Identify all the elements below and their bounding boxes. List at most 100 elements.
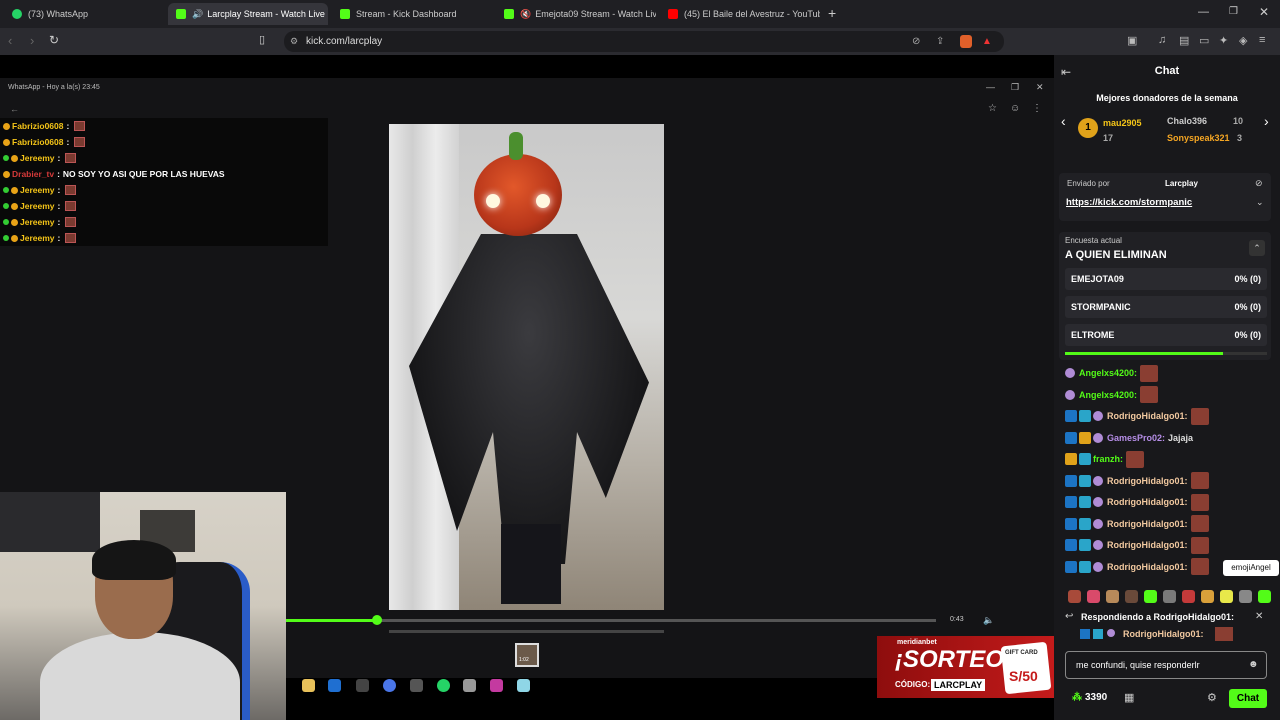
chat-message[interactable]: RodrigoHidalgo01: <box>1065 558 1209 576</box>
quick-emote[interactable] <box>1163 590 1176 603</box>
music-icon[interactable]: ♫ <box>1158 34 1166 46</box>
gift-card-label: GIFT CARD <box>1005 650 1038 656</box>
poll-option[interactable]: STORMPANIC 0% (0) <box>1065 296 1267 318</box>
mod-badge-icon <box>1065 389 1075 400</box>
chat-username[interactable]: franzh: <box>1093 454 1123 464</box>
expand-pinned-icon[interactable]: ⌄ <box>1256 197 1264 208</box>
quick-emote[interactable] <box>1239 590 1252 603</box>
eye-off-icon[interactable]: ⊘ <box>912 31 920 52</box>
gift-badge-icon <box>11 202 18 210</box>
pinned-message[interactable]: Enviado por Larcplay ⊘ https://kick.com/… <box>1059 173 1271 221</box>
chat-username[interactable]: Angelxs4200: <box>1079 368 1137 378</box>
chat-message[interactable]: Angelxs4200: <box>1065 364 1159 382</box>
chat-message[interactable]: Angelxs4200: <box>1065 386 1159 404</box>
wa-more-icon: ⋮ <box>1032 103 1042 114</box>
collapse-poll-icon[interactable]: ⌃ <box>1249 240 1265 256</box>
restore-icon[interactable]: ❐ <box>1229 6 1238 17</box>
og-badge-icon <box>1093 540 1103 550</box>
cancel-reply-icon[interactable]: ✕ <box>1255 611 1263 622</box>
extensions-icon[interactable]: ✦ <box>1219 34 1228 47</box>
brave-shield-icon[interactable] <box>960 35 972 48</box>
store-bag-icon[interactable]: ▦ <box>1124 691 1134 704</box>
chat-message[interactable]: RodrigoHidalgo01: <box>1065 472 1209 490</box>
quick-emote[interactable] <box>1068 590 1081 603</box>
chat-message[interactable]: GamesPro02: Jajaja <box>1065 429 1193 447</box>
menu-icon[interactable]: ≡ <box>1259 34 1265 46</box>
chat-message[interactable]: franzh: <box>1065 450 1144 468</box>
panel-icon[interactable]: ▤ <box>1179 34 1189 47</box>
youtube-icon <box>668 9 678 19</box>
poll-option[interactable]: EMEJOTA09 0% (0) <box>1065 268 1267 290</box>
tab-emejota[interactable]: 🔇 Emejota09 Stream - Watch Live o <box>496 3 656 25</box>
reload-icon[interactable]: ↻ <box>49 33 59 47</box>
minimize-icon[interactable]: — <box>1198 6 1209 18</box>
chat-title: Chat <box>1154 65 1180 77</box>
quick-emote[interactable] <box>1220 590 1233 603</box>
gift-badge-icon <box>1079 431 1091 444</box>
poll-option[interactable]: ELTROME 0% (0) <box>1065 324 1267 346</box>
overlay-chat-line: Jereemy: <box>3 231 77 245</box>
channel-points[interactable]: ⁂ 3390 <box>1072 692 1107 703</box>
chat-message[interactable]: RodrigoHidalgo01: <box>1065 515 1209 533</box>
video-progress-knob <box>372 615 382 625</box>
chat-username[interactable]: RodrigoHidalgo01: <box>1107 476 1188 486</box>
chat-username[interactable]: RodrigoHidalgo01: <box>1107 562 1188 572</box>
next-donors-icon[interactable]: › <box>1264 113 1269 129</box>
chat-emote <box>65 185 77 195</box>
tab-larcplay[interactable]: 🔊 Larcplay Stream - Watch Live ✕ <box>168 3 328 25</box>
whatsapp-window-title: WhatsApp - Hoy a la(s) 23:45 <box>8 84 100 91</box>
vpn-icon[interactable]: ◈ <box>1239 34 1247 47</box>
video-time: 0:43 <box>950 616 964 623</box>
chat-username[interactable]: Angelxs4200: <box>1079 390 1137 400</box>
overlay-chat-line: Drabier_tv: NO SOY YO ASI QUE POR LAS HUE… <box>3 167 225 181</box>
close-window-icon[interactable]: ✕ <box>1259 5 1269 19</box>
new-tab-button[interactable]: + <box>828 5 836 21</box>
quick-emote[interactable] <box>1201 590 1214 603</box>
emote-picker-icon[interactable]: ☻ <box>1248 652 1259 678</box>
chat-username[interactable]: GamesPro02: <box>1107 433 1165 443</box>
sidebar-toggle-icon[interactable]: ▣ <box>1127 34 1137 47</box>
site-info-icon[interactable]: ⚙ <box>290 31 298 52</box>
quick-emote[interactable] <box>1182 590 1195 603</box>
sub-badge-icon <box>1065 496 1077 508</box>
quick-emote[interactable] <box>1144 590 1157 603</box>
chat-message[interactable]: RodrigoHidalgo01: <box>1065 407 1209 425</box>
pinned-link[interactable]: https://kick.com/stormpanic <box>1066 197 1192 208</box>
mod-badge-icon <box>1065 368 1075 378</box>
chat-emote <box>1190 536 1209 554</box>
rewards-icon[interactable]: ▲ <box>982 31 992 52</box>
chat-emote <box>65 201 77 211</box>
overlay-chat-user: Fabrizio0608 <box>12 137 64 147</box>
tab-youtube[interactable]: (45) El Baile del Avestruz - YouTube <box>660 3 820 25</box>
back-icon[interactable]: ‹ <box>8 33 12 48</box>
chat-username[interactable]: RodrigoHidalgo01: <box>1107 540 1188 550</box>
app2-icon <box>490 679 503 692</box>
send-chat-button[interactable]: Chat <box>1229 689 1267 708</box>
wallet-icon[interactable]: ▭ <box>1199 34 1209 47</box>
video-progress-bar <box>286 619 936 622</box>
chat-input[interactable]: me confundi, quise responderlr ☻ <box>1065 651 1267 679</box>
bookmark-icon[interactable]: ▯ <box>259 33 265 46</box>
chat-message[interactable]: RodrigoHidalgo01: <box>1065 536 1209 554</box>
reply-label: Respondiendo a RodrigoHidalgo01: <box>1081 612 1235 622</box>
quick-emote[interactable] <box>1106 590 1119 603</box>
forward-icon[interactable]: › <box>30 33 34 48</box>
chat-username[interactable]: RodrigoHidalgo01: <box>1107 497 1188 507</box>
tab-whatsapp[interactable]: (73) WhatsApp <box>4 3 166 25</box>
chat-username[interactable]: RodrigoHidalgo01: <box>1107 519 1188 529</box>
share-icon[interactable]: ⇪ <box>936 31 944 52</box>
quick-emote[interactable] <box>1258 590 1271 603</box>
verified-badge-icon <box>1079 410 1091 422</box>
quick-emote[interactable] <box>1087 590 1100 603</box>
quick-emote[interactable] <box>1125 590 1138 603</box>
chat-emote <box>65 153 77 163</box>
url-field[interactable]: ⚙ kick.com/larcplay ⊘ ⇪ ▲ <box>284 31 1004 52</box>
unpin-icon[interactable]: ⊘ <box>1255 178 1263 189</box>
prev-donors-icon[interactable]: ‹ <box>1061 113 1066 129</box>
sub-badge-icon <box>3 219 9 225</box>
chat-username[interactable]: RodrigoHidalgo01: <box>1107 411 1188 421</box>
tab-kick-dashboard[interactable]: Stream - Kick Dashboard <box>332 3 492 25</box>
chat-message[interactable]: RodrigoHidalgo01: <box>1065 493 1209 511</box>
chat-settings-icon[interactable]: ⚙ <box>1207 691 1217 704</box>
kick-icon <box>340 9 350 19</box>
